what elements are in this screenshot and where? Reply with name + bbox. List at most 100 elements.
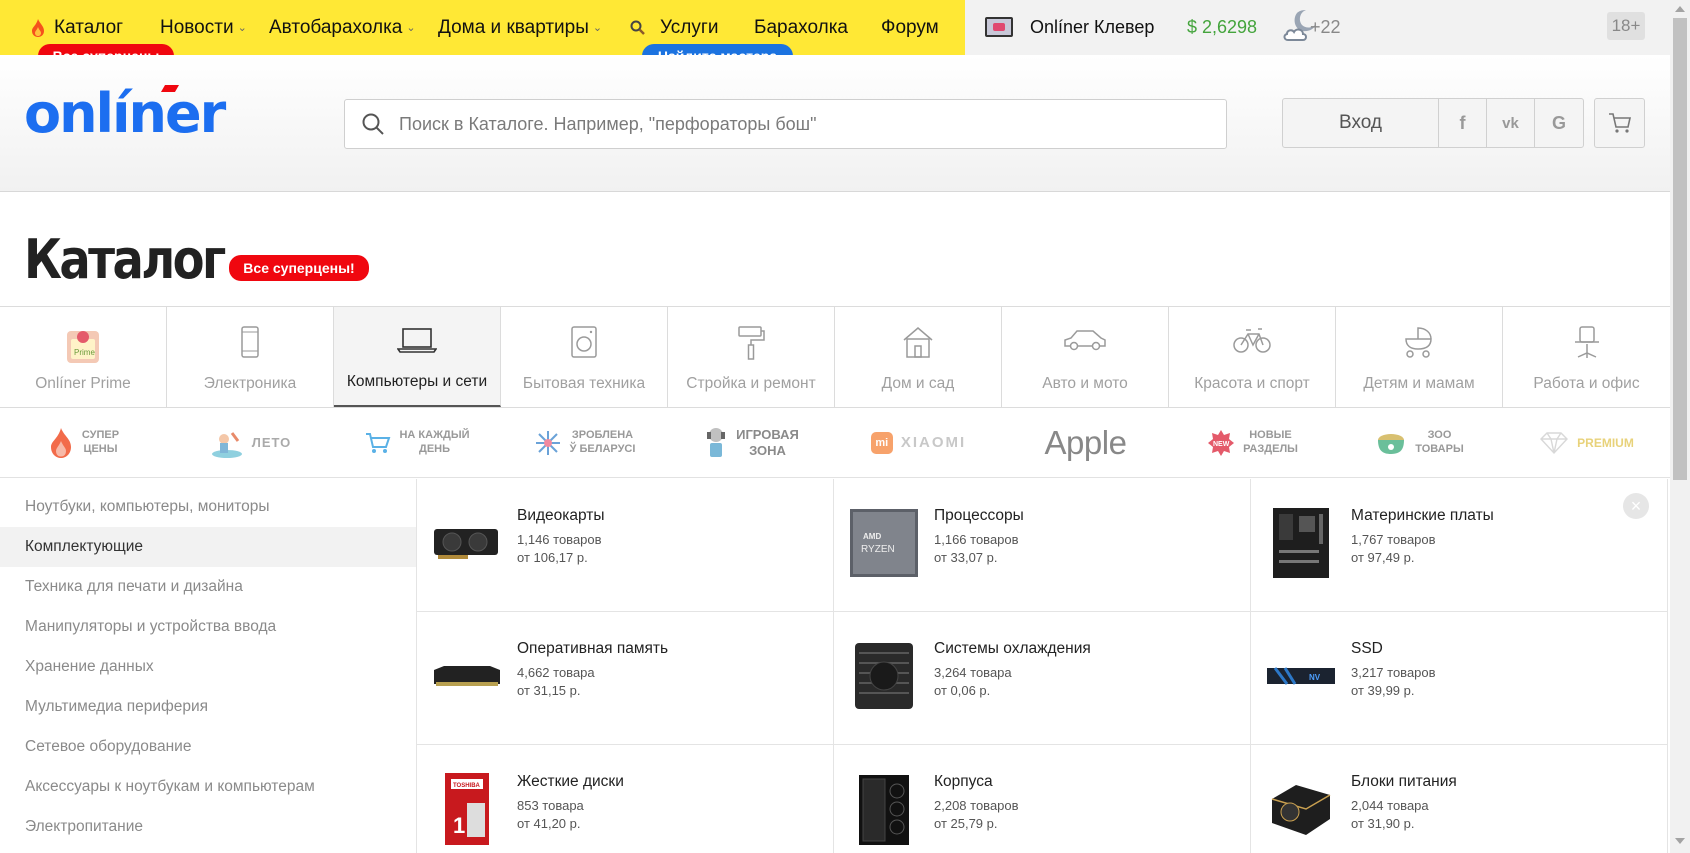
topnav-baraholka-label: Барахолка	[754, 16, 848, 38]
scrollbar-thumb[interactable]	[1673, 18, 1687, 480]
tab-appliances[interactable]: Бытовая техника	[501, 307, 668, 407]
office-chair-icon	[1574, 326, 1599, 358]
page-scrollbar[interactable]	[1670, 0, 1690, 853]
product-card-psu[interactable]: Блоки питания 2,044 товара от 31,90 р.	[1251, 745, 1668, 853]
tab-office[interactable]: Работа и офис	[1503, 307, 1670, 407]
promo-supersale[interactable]: СУПЕР ЦЕНЫ	[0, 408, 167, 477]
snowflake-icon	[535, 430, 560, 455]
promo-premium[interactable]: PREMIUM	[1503, 408, 1670, 477]
cart-button[interactable]	[1594, 98, 1645, 148]
product-card-gpu[interactable]: Видеокарты 1,146 товаров от 106,17 р.	[417, 479, 834, 612]
product-price: от 31,90 р.	[1351, 816, 1415, 831]
chevron-down-icon: ⌄	[237, 22, 247, 34]
sidebar-item-multimedia[interactable]: Мультимедиа периферия	[0, 687, 416, 727]
login-button[interactable]: Вход	[1283, 99, 1439, 147]
product-card-hdd[interactable]: TOSHIBA 1 Жесткие диски 853 товара от 41,…	[417, 745, 834, 853]
summer-icon	[211, 431, 242, 458]
promo-belarus[interactable]: ЗРОБЛЕНА Ў БЕЛАРУСІ	[501, 408, 668, 477]
supersale-title-pill[interactable]: Все суперцены!	[229, 255, 369, 281]
vk-icon[interactable]: vk	[1487, 99, 1535, 147]
topnav-news[interactable]: Новости ⌄	[160, 0, 247, 55]
search-box[interactable]	[344, 99, 1227, 149]
cooler-icon	[848, 640, 920, 712]
promo-new-sections[interactable]: NEW НОВЫЕ РАЗДЕЛЫ	[1169, 408, 1336, 477]
promo-zoo[interactable]: ЗОО ТОВАРЫ	[1336, 408, 1503, 477]
product-card-ram[interactable]: Оперативная память 4,662 товара от 31,15…	[417, 612, 834, 745]
product-price: от 41,20 р.	[517, 816, 581, 831]
topnav-auto[interactable]: Автобарахолка ⌄	[269, 0, 416, 55]
washing-machine-icon	[571, 326, 597, 358]
product-card-ssd[interactable]: NV SSD 3,217 товаров от 39,99 р.	[1251, 612, 1668, 745]
promo-label: ИГРОВАЯ ЗОНА	[736, 426, 799, 458]
promo-label: ЗРОБЛЕНА Ў БЕЛАРУСІ	[569, 429, 636, 455]
product-grid: Видеокарты 1,146 товаров от 106,17 р. AM…	[416, 479, 1668, 853]
tab-label: Бытовая техника	[522, 375, 646, 392]
currency-rate[interactable]: $ 2,6298	[1187, 17, 1257, 38]
promo-apple[interactable]: Apple	[1002, 408, 1169, 477]
close-icon[interactable]: ×	[1623, 493, 1649, 519]
tab-computers[interactable]: Компьютеры и сети	[334, 307, 501, 407]
topnav-forum[interactable]: Форум	[881, 0, 939, 55]
tab-home-garden[interactable]: Дом и сад	[835, 307, 1002, 407]
chevron-down-icon: ⌄	[592, 22, 603, 34]
product-price: от 31,15 р.	[517, 683, 581, 698]
product-count: 2,208 товаров	[934, 798, 1019, 813]
tab-electronics[interactable]: Электроника	[167, 307, 334, 407]
sidebar-item-accessories[interactable]: Аксессуары к ноутбукам и компьютерам	[0, 767, 416, 807]
tab-label: Красота и спорт	[1194, 375, 1310, 392]
tab-kids[interactable]: Детям и мамам	[1336, 307, 1503, 407]
chevron-down-icon: ⌄	[406, 22, 416, 34]
product-card-case[interactable]: Корпуса 2,208 товаров от 25,79 р.	[834, 745, 1251, 853]
scroll-up-icon[interactable]	[1675, 6, 1685, 12]
scroll-down-icon[interactable]	[1675, 838, 1685, 844]
cart-icon	[1608, 113, 1631, 133]
sidebar-item-power[interactable]: Электропитание	[0, 807, 416, 847]
google-icon[interactable]: G	[1535, 99, 1583, 147]
product-name: Жесткие диски	[517, 773, 624, 790]
promo-xiaomi[interactable]: mi XIAOMI	[835, 408, 1002, 477]
promo-strip: СУПЕР ЦЕНЫ ЛЕТО НА КАЖДЫЙ ДЕНЬ ЗРОБЛЕНА …	[0, 408, 1670, 478]
product-name: Видеокарты	[517, 507, 605, 524]
tab-construction[interactable]: Стройка и ремонт	[668, 307, 835, 407]
product-card-cpu[interactable]: AMD RYZEN Процессоры 1,166 товаров от 33,…	[834, 479, 1251, 612]
product-card-cooling[interactable]: Системы охлаждения 3,264 товара от 0,06 …	[834, 612, 1251, 745]
product-count: 1,166 товаров	[934, 532, 1019, 547]
paint-roller-icon	[738, 326, 765, 360]
tab-beauty-sport[interactable]: Красота и спорт	[1169, 307, 1336, 407]
flame-icon	[32, 18, 44, 37]
sidebar-item-network[interactable]: Сетевое оборудование	[0, 727, 416, 767]
bicycle-icon	[1233, 328, 1271, 353]
sidebar-item-laptops[interactable]: Ноутбуки, компьютеры, мониторы	[0, 487, 416, 527]
tab-auto-moto[interactable]: Авто и мото	[1002, 307, 1169, 407]
tab-label: Onlíner Prime	[35, 375, 131, 392]
product-count: 1,767 товаров	[1351, 532, 1436, 547]
promo-gaming[interactable]: ИГРОВАЯ ЗОНА	[668, 408, 835, 477]
topnav-realt[interactable]: Дома и квартиры ⌄	[438, 0, 602, 55]
sidebar-item-storage[interactable]: Хранение данных	[0, 647, 416, 687]
svg-text:Prime: Prime	[74, 348, 95, 357]
product-count: 2,044 товара	[1351, 798, 1429, 813]
page-title: Каталог	[24, 228, 226, 291]
flame-icon	[50, 427, 71, 458]
svg-text:TOSHIBA: TOSHIBA	[453, 783, 481, 789]
promo-label: НА КАЖДЫЙ ДЕНЬ	[399, 429, 470, 455]
facebook-icon[interactable]: f	[1439, 99, 1487, 147]
product-name: Корпуса	[934, 773, 993, 790]
onliner-logo[interactable]: onlíner	[24, 87, 226, 141]
pet-food-icon	[1378, 433, 1405, 454]
clever-label: Onlíner Клевер	[1030, 17, 1155, 37]
tab-onliner-prime[interactable]: Prime Onlíner Prime	[0, 307, 167, 407]
product-card-motherboard[interactable]: Материнские платы 1,767 товаров от 97,49…	[1251, 479, 1668, 612]
sidebar-item-input-devices[interactable]: Манипуляторы и устройства ввода	[0, 607, 416, 647]
topnav-catalog-label: Каталог	[54, 16, 124, 38]
search-input[interactable]	[399, 113, 1179, 135]
product-price: от 33,07 р.	[934, 550, 998, 565]
sidebar-item-printing[interactable]: Техника для печати и дизайна	[0, 567, 416, 607]
promo-everyday[interactable]: НА КАЖДЫЙ ДЕНЬ	[334, 408, 501, 477]
tab-label: Электроника	[203, 375, 297, 392]
sidebar-item-components[interactable]: Комплектующие	[0, 527, 416, 567]
promo-summer[interactable]: ЛЕТО	[167, 408, 334, 477]
tab-label: Стройка и ремонт	[686, 375, 816, 392]
clever-link[interactable]: Onlíner Клевер	[1030, 0, 1154, 55]
product-count: 4,662 товара	[517, 665, 595, 680]
